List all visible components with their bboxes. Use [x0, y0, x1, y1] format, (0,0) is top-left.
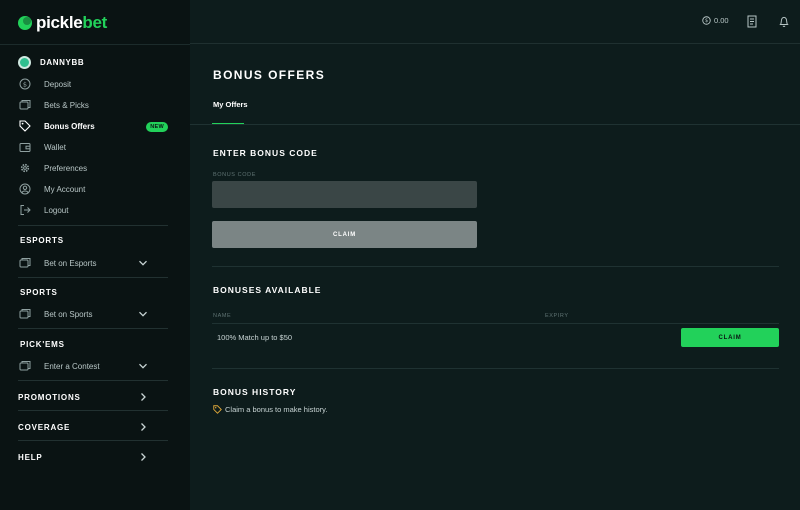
sidebar-item-label: Bonus Offers: [44, 121, 95, 131]
bonus-code-input[interactable]: [212, 181, 477, 208]
wallet-icon: [18, 140, 32, 154]
tickets-icon: [18, 98, 32, 112]
sidebar-divider: [18, 225, 168, 226]
user-circle-icon: [18, 182, 32, 196]
tickets-icon: [18, 256, 32, 270]
bonus-row-name: 100% Match up to $50: [217, 333, 293, 342]
logout-icon: [18, 203, 32, 217]
sidebar-divider: [18, 277, 168, 278]
sidebar-item-label: Wallet: [44, 142, 66, 152]
balance-amount: 0.00: [714, 16, 729, 25]
tag-icon: [18, 119, 32, 133]
sidebar-item-bet-on-sports[interactable]: Bet on Sports: [18, 306, 170, 322]
sidebar-divider: [18, 328, 168, 329]
sidebar-item-label: Logout: [44, 205, 69, 215]
brand-name-prefix: pickle: [36, 13, 83, 32]
receipt-icon[interactable]: [746, 15, 758, 28]
balance-display[interactable]: $ 0.00: [702, 16, 729, 25]
bonuses-available-title: BONUSES AVAILABLE: [213, 285, 322, 295]
claim-code-button[interactable]: CLAIM: [212, 221, 477, 248]
section-title-sports: SPORTS: [20, 288, 58, 297]
bonus-history-empty: Claim a bonus to make history.: [213, 405, 327, 414]
section-title-pickems: PICK'EMS: [20, 340, 65, 349]
sidebar-item-label: Bet on Sports: [44, 309, 93, 319]
chevron-right-icon: [138, 422, 148, 432]
brand-logo[interactable]: picklebet: [18, 13, 107, 33]
sidebar-divider: [18, 440, 168, 441]
page-title: BONUS OFFERS: [213, 68, 326, 82]
sidebar-item-label: Bets & Picks: [44, 100, 89, 110]
dollar-circle-icon: $: [18, 77, 32, 91]
section-title-esports: ESPORTS: [20, 236, 64, 245]
sidebar-link-promotions[interactable]: PROMOTIONS: [18, 389, 170, 405]
sidebar-item-bet-on-esports[interactable]: Bet on Esports: [18, 255, 170, 271]
bonus-history-empty-text: Claim a bonus to make history.: [225, 405, 328, 414]
bonus-history-title: BONUS HISTORY: [213, 387, 297, 397]
top-bar: $ 0.00: [190, 0, 800, 44]
new-badge: NEW: [146, 122, 168, 132]
section-title-coverage: COVERAGE: [18, 422, 71, 432]
sidebar-item-label: Deposit: [44, 79, 72, 89]
section-title-help: HELP: [18, 452, 43, 462]
pickle-logo-icon: [18, 16, 32, 30]
chevron-down-icon[interactable]: [138, 361, 148, 371]
sidebar-item-label: Bet on Esports: [44, 258, 97, 268]
gear-icon: [18, 161, 32, 175]
bonus-code-label: BONUS CODE: [213, 172, 256, 178]
sidebar-link-coverage[interactable]: COVERAGE: [18, 419, 170, 435]
chevron-right-icon: [138, 392, 148, 402]
section-divider: [212, 368, 779, 369]
section-title-promotions: PROMOTIONS: [18, 392, 81, 402]
sidebar-divider: [18, 380, 168, 381]
sidebar-item-label: Preferences: [44, 163, 88, 173]
tickets-icon: [18, 359, 32, 373]
sidebar-item-preferences[interactable]: Preferences: [18, 160, 170, 176]
section-divider: [212, 266, 779, 267]
svg-text:$: $: [705, 18, 708, 24]
bell-icon[interactable]: [778, 15, 790, 28]
sidebar-item-bonus-offers[interactable]: Bonus Offers NEW: [18, 118, 170, 134]
user-profile[interactable]: DANNYBB: [18, 56, 84, 69]
table-header-divider: [212, 323, 779, 324]
chevron-down-icon[interactable]: [138, 258, 148, 268]
column-header-expiry: EXPIRY: [545, 313, 569, 319]
claim-bonus-button[interactable]: CLAIM: [681, 328, 779, 347]
sidebar: picklebet DANNYBB $ Deposit Bets & Picks…: [0, 0, 190, 510]
dollar-circle-icon: $: [702, 16, 711, 25]
sidebar-item-my-account[interactable]: My Account: [18, 181, 170, 197]
sidebar-item-bets-picks[interactable]: Bets & Picks: [18, 97, 170, 113]
sidebar-divider: [18, 410, 168, 411]
brand-name-suffix: bet: [82, 13, 108, 32]
tabs-divider: [190, 124, 800, 125]
column-header-name: NAME: [213, 313, 232, 319]
enter-bonus-code-title: ENTER BONUS CODE: [213, 148, 318, 158]
tab-my-offers[interactable]: My Offers: [213, 100, 248, 109]
sidebar-item-wallet[interactable]: Wallet: [18, 139, 170, 155]
sidebar-item-enter-a-contest[interactable]: Enter a Contest: [18, 358, 170, 374]
username: DANNYBB: [40, 58, 85, 67]
sidebar-item-label: Enter a Contest: [44, 361, 100, 371]
sidebar-link-help[interactable]: HELP: [18, 449, 170, 465]
sidebar-item-deposit[interactable]: $ Deposit: [18, 76, 170, 92]
chevron-right-icon: [138, 452, 148, 462]
sidebar-divider: [0, 44, 190, 45]
avatar: [18, 56, 31, 69]
tickets-icon: [18, 307, 32, 321]
tag-icon: [213, 405, 222, 414]
chevron-down-icon[interactable]: [138, 309, 148, 319]
svg-text:$: $: [23, 80, 27, 88]
sidebar-item-logout[interactable]: Logout: [18, 202, 170, 218]
sidebar-item-label: My Account: [44, 184, 86, 194]
